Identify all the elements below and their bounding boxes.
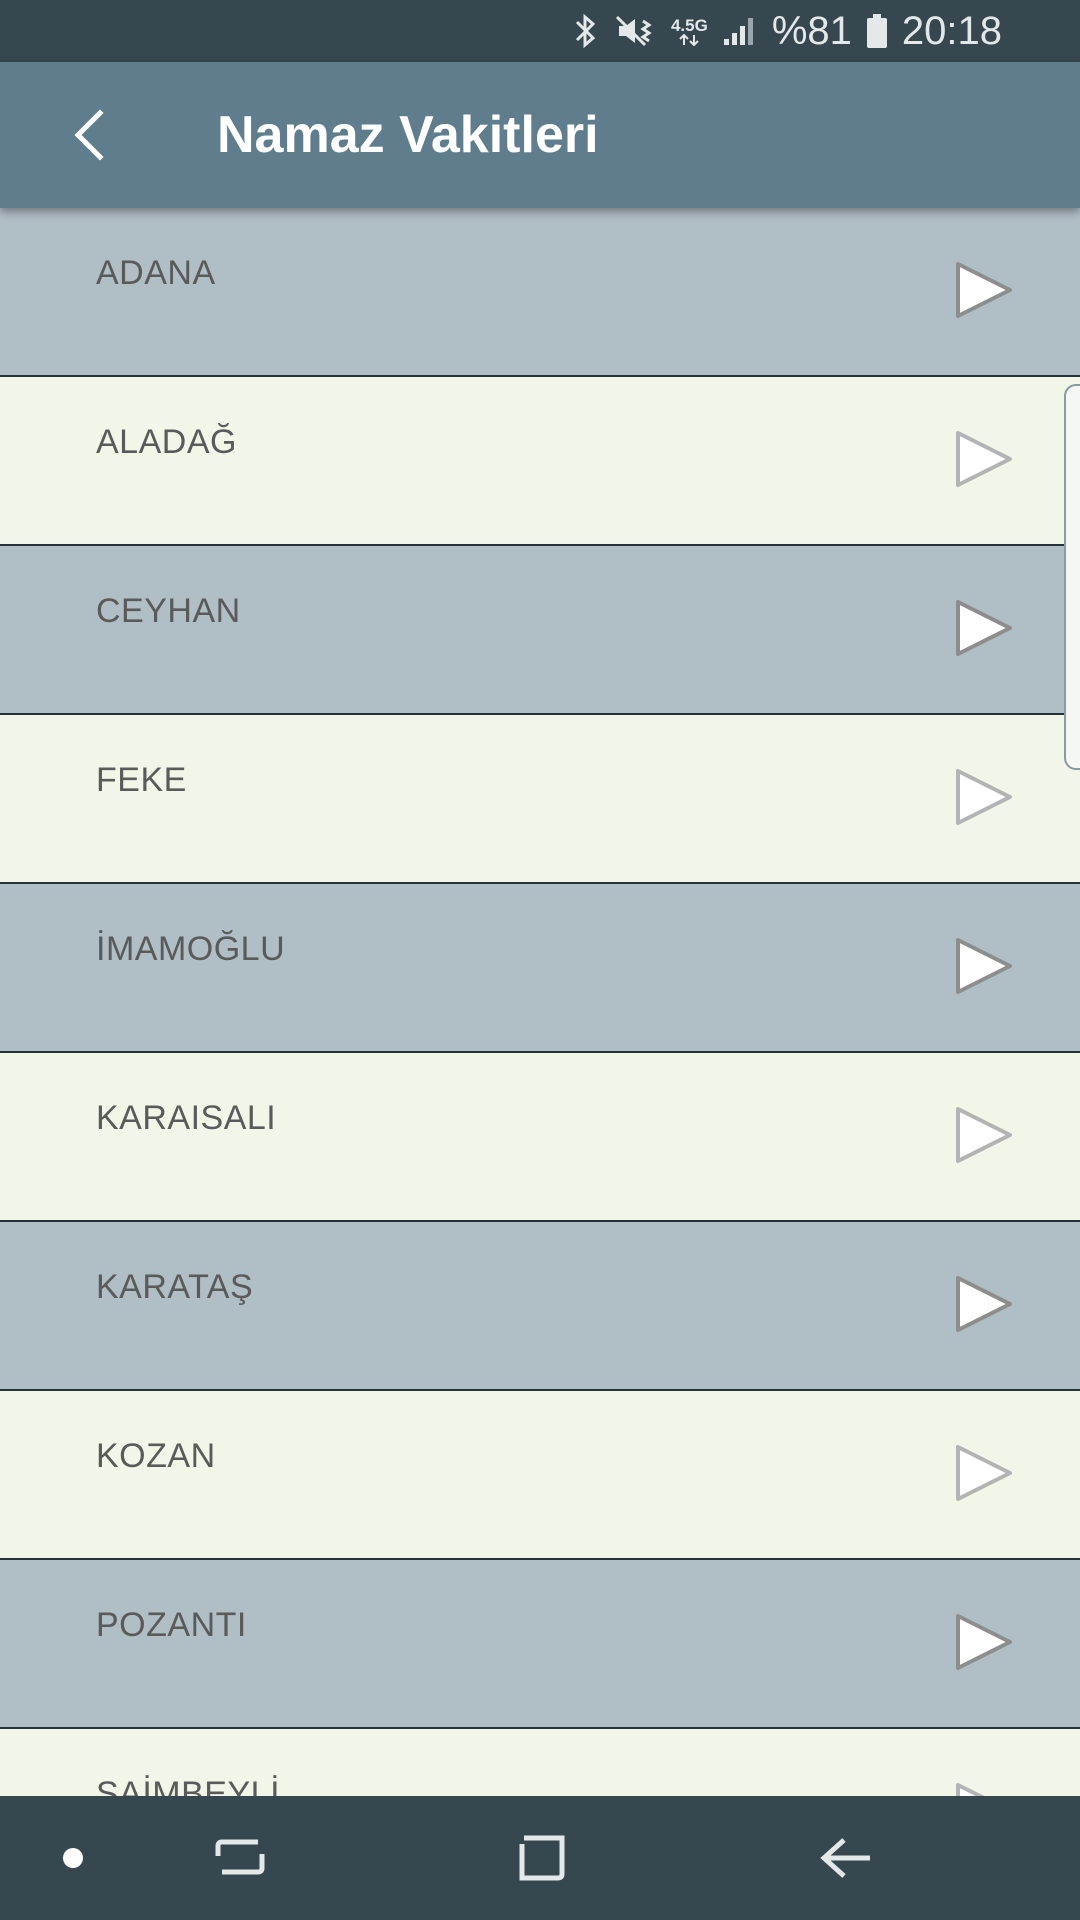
play-arrow-icon <box>954 1274 1014 1339</box>
play-arrow-icon <box>954 429 1014 494</box>
list-item-label: SAİMBEYLİ <box>96 1775 281 1796</box>
status-icons: 4.5G %81 20:18 <box>573 0 1002 62</box>
play-arrow-icon <box>954 1612 1014 1677</box>
play-arrow-icon <box>954 598 1014 663</box>
list-item[interactable]: KARAISALI <box>0 1053 1080 1222</box>
list-item[interactable]: SAİMBEYLİ <box>0 1729 1080 1796</box>
home-square-icon <box>519 1835 565 1881</box>
play-arrow-icon <box>954 767 1014 832</box>
district-list: ADANA ALADAĞ CEYHAN FEKE İMAMOĞLU KARAIS… <box>0 208 1080 1796</box>
navigation-bar <box>0 1796 1080 1920</box>
home-dot-icon <box>63 1848 83 1868</box>
mute-vibrate-icon <box>613 13 657 49</box>
bluetooth-icon <box>573 13 599 49</box>
battery-percent: %81 <box>771 8 852 53</box>
list-item[interactable]: ALADAĞ <box>0 377 1080 546</box>
network-type-label: 4.5G <box>670 15 708 35</box>
list-item-label: İMAMOĞLU <box>96 930 286 968</box>
list-item-label: CEYHAN <box>96 592 241 630</box>
play-arrow-icon <box>954 1443 1014 1508</box>
list-item[interactable]: İMAMOĞLU <box>0 884 1080 1053</box>
app-bar: Namaz Vakitleri <box>0 62 1080 208</box>
list-item[interactable]: POZANTI <box>0 1560 1080 1729</box>
list-item[interactable]: FEKE <box>0 715 1080 884</box>
list-item-label: ALADAĞ <box>96 423 237 461</box>
list-item[interactable]: ADANA <box>0 208 1080 377</box>
list-item-label: FEKE <box>96 761 187 799</box>
status-bar: 4.5G %81 20:18 <box>0 0 1080 62</box>
list-item-label: ADANA <box>96 254 216 292</box>
play-arrow-icon <box>954 1781 1014 1796</box>
list-item-label: KARATAŞ <box>96 1268 254 1306</box>
list-item-label: KOZAN <box>96 1437 216 1475</box>
recents-icon <box>215 1839 265 1875</box>
back-button[interactable] <box>50 97 126 173</box>
play-arrow-icon <box>954 260 1014 325</box>
clock: 20:18 <box>901 8 1002 53</box>
list-item[interactable]: KOZAN <box>0 1391 1080 1560</box>
list-item-label: POZANTI <box>96 1606 247 1644</box>
back-nav-button[interactable] <box>796 1796 896 1920</box>
play-arrow-icon <box>954 1105 1014 1170</box>
home-dot-button[interactable] <box>40 1796 106 1920</box>
chevron-left-icon <box>74 109 104 161</box>
signal-icon <box>722 15 758 47</box>
play-arrow-icon <box>954 936 1014 1001</box>
list-item-label: KARAISALI <box>96 1099 277 1137</box>
recents-button[interactable] <box>190 1796 290 1920</box>
network-type-icon: 4.5G <box>671 17 708 46</box>
home-button[interactable] <box>492 1796 592 1920</box>
page-title: Namaz Vakitleri <box>217 106 599 164</box>
scroll-handle[interactable] <box>1064 384 1080 770</box>
list-item[interactable]: KARATAŞ <box>0 1222 1080 1391</box>
list-item[interactable]: CEYHAN <box>0 546 1080 715</box>
battery-icon <box>866 13 888 49</box>
back-arrow-icon <box>820 1838 870 1878</box>
